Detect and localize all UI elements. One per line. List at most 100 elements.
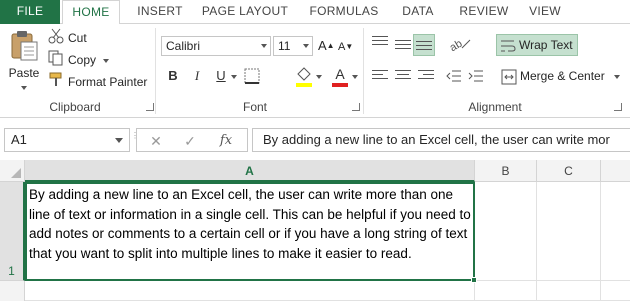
paste-button[interactable]: Paste <box>6 30 42 92</box>
copy-label: Copy <box>68 53 97 68</box>
tab-review[interactable]: REVIEW <box>452 0 516 24</box>
cancel-icon[interactable]: ✕ <box>147 132 165 150</box>
ribbon: Paste Cut Copy Format Painter Clipboard … <box>0 24 630 118</box>
tab-page-layout[interactable]: PAGE LAYOUT <box>198 0 292 24</box>
chevron-down-icon <box>21 86 27 90</box>
insert-function-icon[interactable]: fx <box>217 132 235 150</box>
scissors-icon <box>48 28 64 50</box>
underline-dropdown-chevron-icon[interactable] <box>231 75 237 79</box>
font-name-value: Calibri <box>166 39 201 53</box>
cell-d2[interactable] <box>601 281 630 301</box>
chevron-down-icon <box>261 44 267 48</box>
alignment-dialog-launcher[interactable] <box>614 103 622 111</box>
copy-icon <box>48 50 64 72</box>
svg-text:ab: ab <box>448 38 464 54</box>
bottom-align-button[interactable] <box>413 34 435 56</box>
worksheet-grid: A B C 1 By adding a new line to an Excel… <box>0 160 630 301</box>
formula-input[interactable]: By adding a new line to an Excel cell, t… <box>252 128 630 152</box>
wrap-text-icon <box>501 40 516 52</box>
tab-home[interactable]: HOME <box>62 0 120 25</box>
enter-icon[interactable]: ✓ <box>181 132 199 150</box>
alignment-group-label: Alignment <box>468 100 522 114</box>
font-name-combo[interactable]: Calibri <box>161 36 271 56</box>
borders-icon <box>244 68 260 84</box>
align-left-icon[interactable] <box>372 70 388 84</box>
row-header-2[interactable] <box>0 281 25 301</box>
cell-a2[interactable] <box>25 281 475 301</box>
column-header-a[interactable]: A <box>25 160 475 182</box>
font-dialog-launcher[interactable] <box>352 103 360 111</box>
merge-center-button[interactable]: Merge & Center <box>498 66 628 88</box>
orientation-button[interactable]: ab <box>448 34 474 54</box>
chevron-down-icon <box>614 75 620 79</box>
wrap-text-label: Wrap Text <box>519 38 573 52</box>
font-size-combo[interactable]: 11 <box>273 36 313 56</box>
group-divider <box>155 28 156 114</box>
column-header-c[interactable]: C <box>537 160 601 182</box>
wrap-text-button[interactable]: Wrap Text <box>496 34 578 56</box>
ribbon-tab-bar: FILE HOME INSERT PAGE LAYOUT FORMULAS DA… <box>0 0 630 25</box>
font-color-glyph: A <box>335 66 345 82</box>
chevron-down-icon <box>115 138 123 143</box>
font-color-swatch <box>332 83 348 87</box>
align-right-icon[interactable] <box>418 70 434 84</box>
paint-bucket-icon <box>296 67 312 87</box>
clipboard-group-label: Clipboard <box>49 100 101 114</box>
decrease-indent-icon[interactable] <box>446 68 462 84</box>
cell-a1[interactable]: By adding a new line to an Excel cell, t… <box>25 182 475 281</box>
fill-color-chevron-icon[interactable] <box>316 75 322 79</box>
font-color-button[interactable]: A <box>330 66 350 88</box>
select-all-button[interactable] <box>0 160 25 182</box>
format-painter-label: Format Painter <box>68 75 148 90</box>
chevron-down-icon <box>103 59 110 63</box>
font-color-chevron-icon[interactable] <box>352 75 358 79</box>
tab-data[interactable]: DATA <box>392 0 444 24</box>
fill-handle[interactable] <box>471 277 477 283</box>
cut-label: Cut <box>68 31 87 46</box>
bottom-align-icon <box>416 41 432 55</box>
column-header-b[interactable]: B <box>475 160 537 182</box>
group-divider <box>363 28 364 114</box>
formula-bar: A1 ⋮ ✕ ✓ fx By adding a new line to an E… <box>0 126 630 154</box>
formula-bar-dots-icon: ⋮ <box>131 131 139 140</box>
chevron-down-icon <box>303 44 309 48</box>
fill-color-button[interactable] <box>294 66 314 88</box>
increase-indent-icon[interactable] <box>468 68 484 84</box>
tab-file[interactable]: FILE <box>0 0 60 24</box>
copy-button[interactable]: Copy <box>48 50 110 72</box>
tab-insert[interactable]: INSERT <box>128 0 192 24</box>
name-box[interactable]: A1 <box>4 128 130 152</box>
decrease-font-size-button[interactable]: A▼ <box>338 38 354 56</box>
bold-button[interactable]: B <box>163 66 183 86</box>
row-header-1-label: 1 <box>8 264 15 278</box>
name-box-value: A1 <box>11 132 27 147</box>
cell-b1[interactable] <box>475 182 537 281</box>
cell-c1[interactable] <box>537 182 601 281</box>
paste-label: Paste <box>8 66 40 80</box>
paste-icon <box>11 31 38 61</box>
middle-align-icon[interactable] <box>395 40 411 54</box>
row-header-1[interactable]: 1 <box>0 182 25 281</box>
tab-view[interactable]: VIEW <box>522 0 568 24</box>
paintbrush-icon <box>48 72 64 94</box>
font-group-label: Font <box>242 100 267 114</box>
cell-c2[interactable] <box>537 281 601 301</box>
column-header-next[interactable] <box>601 160 630 182</box>
underline-button[interactable]: U <box>211 66 231 86</box>
font-size-value: 11 <box>278 39 291 53</box>
italic-button[interactable]: I <box>187 66 207 86</box>
formula-buttons: ✕ ✓ fx <box>136 128 248 152</box>
merge-center-label: Merge & Center <box>520 69 605 83</box>
increase-font-size-button[interactable]: A▲ <box>318 36 335 56</box>
clipboard-dialog-launcher[interactable] <box>146 103 154 111</box>
top-align-icon[interactable] <box>372 36 388 50</box>
align-center-icon[interactable] <box>395 70 411 84</box>
cell-d1[interactable] <box>601 182 630 281</box>
cut-button[interactable]: Cut <box>48 28 87 48</box>
cell-b2[interactable] <box>475 281 537 301</box>
borders-button[interactable] <box>244 68 260 84</box>
merge-cells-icon <box>501 69 517 85</box>
tab-formulas[interactable]: FORMULAS <box>302 0 386 24</box>
text-orientation-icon: ab <box>448 38 471 54</box>
format-painter-button[interactable]: Format Painter <box>48 72 147 92</box>
